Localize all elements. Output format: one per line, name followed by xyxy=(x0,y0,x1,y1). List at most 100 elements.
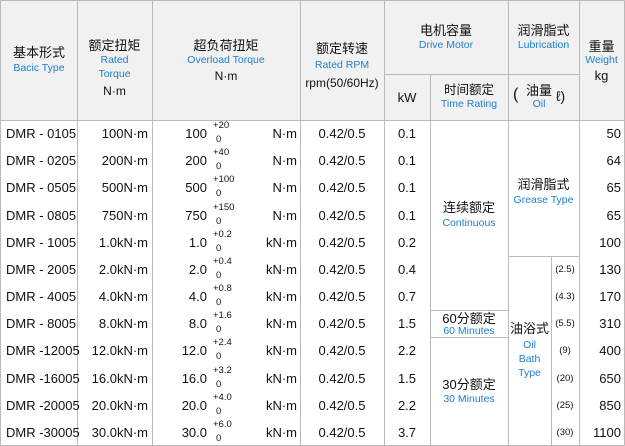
row-rated-torque: 8.0kN·m xyxy=(98,316,148,331)
row-overload-lower: 0 xyxy=(216,161,222,172)
row-overload-upper: +0.4 xyxy=(213,256,232,267)
row-weight: 1100 xyxy=(593,425,621,440)
row-overload-lower: 0 xyxy=(216,379,222,390)
time-rating-60min: 60分额定 60 Minutes xyxy=(430,310,508,337)
header-time-rating-cn: 时间额定 xyxy=(443,83,494,97)
row-rpm: 0.42/0.5 xyxy=(318,126,366,141)
row-model: DMR - 8005 xyxy=(6,316,77,331)
row-kw: 0.1 xyxy=(397,153,417,168)
row-rpm: 0.42/0.5 xyxy=(318,180,366,195)
row-overload-unit: N·m xyxy=(272,153,297,168)
row-kw: 0.1 xyxy=(397,126,417,141)
row-rated-torque: 4.0kN·m xyxy=(98,289,148,304)
row-overload-unit: kN·m xyxy=(265,289,297,304)
row-overload-upper: +3.2 xyxy=(213,365,232,376)
row-kw: 0.2 xyxy=(397,235,417,250)
header-drive-motor-en: Drive Motor xyxy=(418,39,474,51)
row-oil-qty: (4.3) xyxy=(555,291,575,302)
row-overload-value: 200 xyxy=(185,153,207,168)
row-oil-qty: (5.5) xyxy=(555,318,575,329)
row-weight: 400 xyxy=(599,343,621,358)
oilbath-en1: Oil xyxy=(523,339,536,351)
row-oil-qty: (25) xyxy=(556,400,574,411)
header-rated-speed-cn: 额定转速 xyxy=(315,41,368,56)
row-kw: 2.2 xyxy=(397,398,417,413)
row-overload-upper: +0.2 xyxy=(213,229,232,240)
header-rated-torque-en1: Rated xyxy=(100,54,129,66)
header-oil-qty-cn: 油量 xyxy=(525,83,552,98)
row-oil-qty: (20) xyxy=(556,373,574,384)
row-oil-qty: (30) xyxy=(556,427,574,438)
header-model-en: Bacic Type xyxy=(13,62,65,74)
row-rated-torque: 1.0kN·m xyxy=(98,235,148,250)
row-overload-value: 20.0 xyxy=(181,398,207,413)
row-model: DMR - 0105 xyxy=(6,126,77,141)
row-rpm: 0.42/0.5 xyxy=(318,235,366,250)
row-overload-lower: 0 xyxy=(216,270,222,281)
row-overload-upper: +1.6 xyxy=(213,310,232,321)
header-time-rating: 时间额定 Time Rating xyxy=(430,74,508,120)
row-overload-value: 4.0 xyxy=(188,289,207,304)
row-model: DMR - 0805 xyxy=(6,208,77,223)
oilbath-en2: Bath xyxy=(518,353,541,365)
header-rated-torque-cn: 额定扭矩 xyxy=(88,38,141,53)
row-overload-value: 12.0 xyxy=(181,343,207,358)
row-weight: 65 xyxy=(606,208,621,223)
header-rated-torque-unit: N·m xyxy=(103,84,126,98)
header-oil-qty: ( 油量 Oil ℓ) xyxy=(508,74,579,120)
row-model: DMR - 0505 xyxy=(6,180,77,195)
row-model: DMR - 1005 xyxy=(6,235,77,250)
row-rated-torque: 30.0kN·m xyxy=(91,425,148,440)
row-overload-lower: 0 xyxy=(216,243,222,254)
row-overload-upper: +4.0 xyxy=(213,392,232,403)
row-weight: 170 xyxy=(599,289,621,304)
row-model: DMR -16005 xyxy=(6,371,80,386)
row-overload-upper: +100 xyxy=(213,174,235,185)
lub-oil-bath-type: 油浴式 Oil Bath Type xyxy=(508,256,551,446)
row-model: DMR -30005 xyxy=(6,425,80,440)
row-overload-value: 30.0 xyxy=(181,425,207,440)
oilbath-en3: Type xyxy=(518,367,541,379)
row-overload-unit: kN·m xyxy=(265,235,297,250)
header-lubrication-en: Lubrication xyxy=(517,39,570,51)
row-overload-upper: +20 xyxy=(213,120,230,131)
header-weight-unit: kg xyxy=(594,68,609,83)
header-lubrication-cn: 润滑脂式 xyxy=(517,23,570,38)
header-weight: 重量 Weight kg xyxy=(579,1,624,120)
row-rpm: 0.42/0.5 xyxy=(318,289,366,304)
row-rpm: 0.42/0.5 xyxy=(318,398,366,413)
row-rated-torque: 500N·m xyxy=(101,180,148,195)
row-rated-torque: 2.0kN·m xyxy=(98,262,148,277)
row-overload-unit: kN·m xyxy=(265,316,297,331)
row-overload-value: 8.0 xyxy=(188,316,207,331)
row-rpm: 0.42/0.5 xyxy=(318,262,366,277)
row-kw: 0.7 xyxy=(397,289,417,304)
oil-paren-open: ( xyxy=(513,86,519,103)
continuous-cn: 连续额定 xyxy=(442,200,495,215)
row-overload-unit: kN·m xyxy=(265,343,297,358)
header-drive-motor: 电机容量 Drive Motor xyxy=(384,1,508,74)
lub-grease-type: 润滑脂式 Grease Type xyxy=(508,120,579,256)
header-overload-torque-unit: N·m xyxy=(214,69,238,83)
row-overload-upper: +40 xyxy=(213,147,230,158)
row-rpm: 0.42/0.5 xyxy=(318,153,366,168)
row-overload-lower: 0 xyxy=(216,188,222,199)
row-kw: 3.7 xyxy=(397,425,417,440)
row-overload-lower: 0 xyxy=(216,351,222,362)
row-overload-value: 100 xyxy=(185,126,207,141)
row-overload-unit: kN·m xyxy=(265,398,297,413)
row-rpm: 0.42/0.5 xyxy=(318,371,366,386)
time-rating-30min: 30分额定 30 Minutes xyxy=(430,337,508,446)
row-weight: 50 xyxy=(606,126,621,141)
row-weight: 310 xyxy=(599,316,621,331)
row-model: DMR -12005 xyxy=(6,343,80,358)
header-rated-torque-en2: Torque xyxy=(98,68,131,80)
row-model: DMR -20005 xyxy=(6,398,80,413)
header-rated-torque: 额定扭矩 Rated Torque N·m xyxy=(77,1,152,120)
m30-en: 30 Minutes xyxy=(443,393,495,405)
row-overload-value: 2.0 xyxy=(188,262,207,277)
time-rating-continuous: 连续额定 Continuous xyxy=(430,120,508,310)
spec-table: 基本形式 Bacic Type 额定扭矩 Rated Torque N·m 超负… xyxy=(0,0,625,446)
row-weight: 65 xyxy=(606,180,621,195)
row-oil-qty: (9) xyxy=(559,345,571,356)
